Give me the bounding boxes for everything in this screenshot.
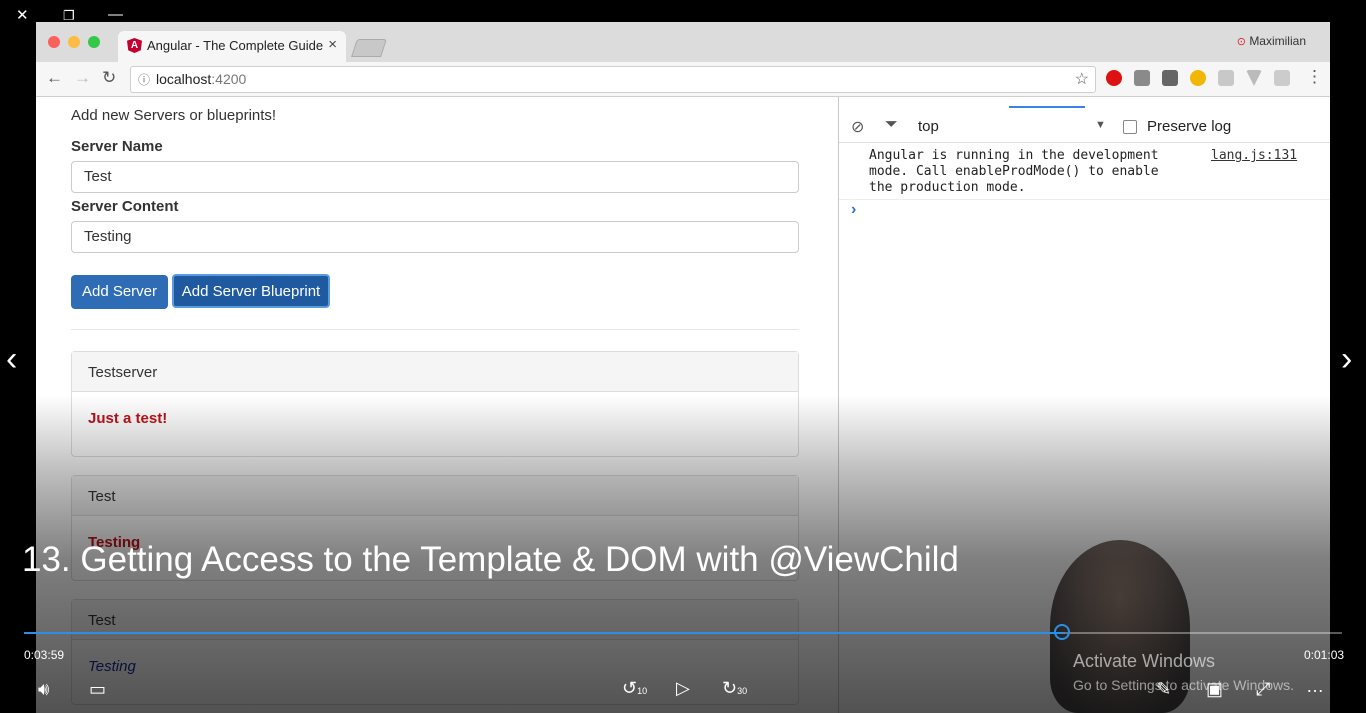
remaining-time: 0:01:03 bbox=[1304, 648, 1345, 662]
activation-watermark-title: Activate Windows bbox=[1073, 651, 1216, 671]
server-name-input[interactable]: Test bbox=[71, 161, 799, 193]
seek-bar-progress bbox=[24, 632, 1066, 634]
more-options-icon[interactable]: … bbox=[1306, 676, 1324, 697]
preserve-log-checkbox[interactable] bbox=[1123, 120, 1137, 134]
seek-handle[interactable] bbox=[1054, 624, 1070, 640]
console-prompt-icon[interactable]: › bbox=[851, 201, 856, 219]
panel-title: Test bbox=[72, 600, 798, 640]
vue-extension-icon[interactable] bbox=[1246, 70, 1262, 86]
menu-kebab-icon[interactable]: ⋮ bbox=[1306, 67, 1323, 87]
play-icon[interactable]: ▷ bbox=[676, 678, 690, 699]
tab-close-icon[interactable]: × bbox=[328, 36, 337, 53]
info-icon[interactable]: ⓘ bbox=[138, 71, 150, 88]
divider bbox=[71, 329, 799, 330]
context-dropdown-icon[interactable]: ▼ bbox=[1095, 119, 1106, 131]
panel-title: Testserver bbox=[72, 352, 798, 392]
new-tab-button[interactable] bbox=[351, 39, 387, 57]
bookmark-star-icon[interactable]: ☆ bbox=[1075, 69, 1089, 89]
volume-icon[interactable]: 🔊︎ bbox=[38, 679, 49, 700]
profile-button[interactable]: ⊙ Maximilian bbox=[1237, 34, 1306, 48]
skip-forward-icon[interactable]: ↻30 bbox=[722, 678, 747, 699]
picker-extension-icon[interactable] bbox=[1134, 70, 1150, 86]
tab-angular-guide[interactable]: A Angular - The Complete Guide × bbox=[118, 31, 346, 62]
minimize-icon[interactable]: — bbox=[108, 6, 123, 23]
console-toolbar: ⊘ ⏷ top ▼ Preserve log bbox=[839, 112, 1330, 143]
minimize-dot-icon[interactable] bbox=[68, 36, 80, 48]
web-page: Add new Servers or blueprints! Server Na… bbox=[36, 97, 838, 713]
close-icon[interactable]: ✕ bbox=[16, 6, 29, 24]
url-text: localhost:4200 bbox=[156, 71, 247, 87]
preserve-log-label: Preserve log bbox=[1147, 118, 1232, 135]
captions-icon[interactable]: ▭ bbox=[89, 679, 106, 700]
clear-console-icon[interactable]: ⊘ bbox=[851, 117, 864, 137]
server-name-label: Server Name bbox=[71, 138, 163, 155]
back-icon[interactable]: ← bbox=[46, 68, 63, 88]
active-devtools-tab-indicator bbox=[1009, 106, 1085, 108]
skip-back-icon[interactable]: ↺10 bbox=[622, 678, 647, 699]
console-divider bbox=[839, 199, 1330, 200]
panel-title: Test bbox=[72, 476, 798, 516]
forward-icon[interactable]: → bbox=[74, 68, 91, 88]
profile-name: Maximilian bbox=[1249, 34, 1306, 48]
browser-titlebar: A Angular - The Complete Guide × ⊙ Maxim… bbox=[36, 22, 1330, 62]
server-content-label: Server Content bbox=[71, 198, 179, 215]
console-message: Angular is running in the development mo… bbox=[869, 148, 1159, 195]
close-dot-icon[interactable] bbox=[48, 36, 60, 48]
console-source-link[interactable]: lang.js:131 bbox=[1211, 148, 1297, 164]
skip-back-seconds: 10 bbox=[637, 686, 648, 696]
activation-watermark-subtitle: Go to Settings to activate Windows. bbox=[1073, 677, 1294, 693]
profile-icon: ⊙ bbox=[1236, 36, 1246, 48]
previous-arrow-icon[interactable]: ‹ bbox=[6, 340, 17, 379]
moon-extension-icon[interactable] bbox=[1190, 70, 1206, 86]
address-bar[interactable]: ⓘ localhost:4200 ☆ bbox=[130, 66, 1096, 93]
server-panel: Testserver Just a test! bbox=[71, 351, 799, 457]
reload-icon[interactable]: ↻ bbox=[102, 68, 116, 88]
jb-extension-icon[interactable] bbox=[1162, 70, 1178, 86]
cast-extension-icon[interactable] bbox=[1274, 70, 1290, 86]
maximize-dot-icon[interactable] bbox=[88, 36, 100, 48]
elapsed-time: 0:03:59 bbox=[24, 648, 65, 662]
add-server-button[interactable]: Add Server bbox=[71, 275, 168, 309]
skip-forward-seconds: 30 bbox=[737, 686, 748, 696]
panel-content: Just a test! bbox=[88, 410, 168, 427]
video-title: 13. Getting Access to the Template & DOM… bbox=[22, 540, 959, 579]
next-arrow-icon[interactable]: › bbox=[1341, 340, 1352, 379]
react-extension-icon[interactable] bbox=[1218, 70, 1234, 86]
server-content-input[interactable]: Testing bbox=[71, 221, 799, 253]
opera-extension-icon[interactable] bbox=[1106, 70, 1122, 86]
filter-icon[interactable]: ⏷ bbox=[885, 116, 898, 134]
angular-logo-icon: A bbox=[127, 38, 142, 53]
browser-toolbar: ← → ↻ ⓘ localhost:4200 ☆ ⋮ bbox=[36, 62, 1330, 97]
add-server-blueprint-button[interactable]: Add Server Blueprint bbox=[172, 274, 330, 308]
intro-text: Add new Servers or blueprints! bbox=[71, 107, 277, 124]
seek-bar[interactable] bbox=[24, 632, 1342, 634]
context-select[interactable]: top bbox=[918, 118, 939, 135]
tab-title: Angular - The Complete Guide bbox=[147, 38, 324, 53]
